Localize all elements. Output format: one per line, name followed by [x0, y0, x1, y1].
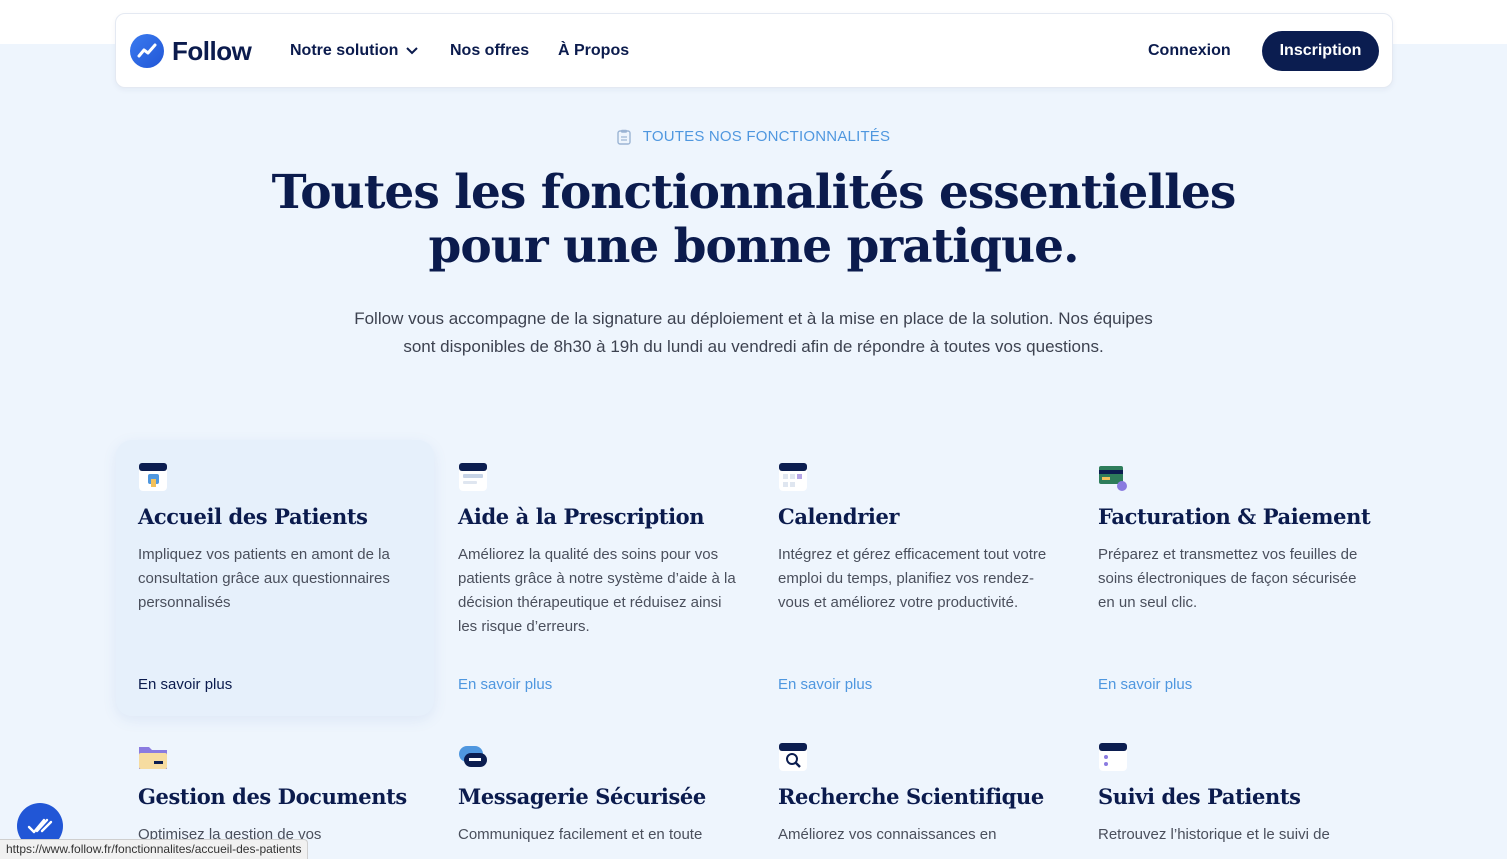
logo[interactable]: Follow [130, 34, 252, 68]
research-icon [779, 743, 807, 771]
nav-a-propos-label: À Propos [558, 42, 630, 59]
feature-card-suivi-patients[interactable]: Suivi des Patients Retrouvez l’historiqu… [1076, 720, 1394, 859]
feature-description: Intégrez et gérez efficacement tout votr… [778, 546, 1047, 611]
signup-button[interactable]: Inscription [1262, 31, 1379, 71]
feature-title: Messagerie Sécurisée [458, 784, 706, 809]
feature-description: Retrouvez l’historique et le suivi de [1098, 826, 1330, 843]
nav-a-propos[interactable]: À Propos [558, 42, 629, 60]
clipboard-icon [617, 129, 631, 145]
intro-line-1: Follow vous accompagne de la signature a… [354, 309, 1153, 328]
feature-card-messagerie[interactable]: Messagerie Sécurisée Communiquez facilem… [436, 720, 754, 859]
nav-nos-offres[interactable]: Nos offres [450, 42, 529, 60]
feature-description: Communiquez facilement et en toute [458, 826, 703, 843]
billing-icon [1099, 466, 1127, 491]
feature-card-calendrier[interactable]: Calendrier Intégrez et gérez efficacemen… [756, 440, 1074, 716]
page-title-line-1: Toutes les fonctionnalités essentielles [271, 165, 1237, 220]
learn-more-link[interactable]: En savoir plus [778, 676, 872, 693]
login-link[interactable]: Connexion [1148, 42, 1231, 60]
navbar: Follow Notre solution Nos offres À Propo… [115, 13, 1393, 88]
chat-widget-icon [27, 818, 53, 834]
feature-card-facturation[interactable]: Facturation & Paiement Préparez et trans… [1076, 440, 1394, 716]
intro-line-2: sont disponibles de 8h30 à 19h du lundi … [403, 337, 1104, 356]
feature-card-aide-prescription[interactable]: Aide à la Prescription Améliorez la qual… [436, 440, 754, 716]
learn-more-link[interactable]: En savoir plus [138, 676, 232, 693]
intro-paragraph: Follow vous accompagne de la signature a… [300, 305, 1207, 361]
learn-more-link[interactable]: En savoir plus [1098, 676, 1192, 693]
eyebrow-text: TOUTES NOS FONCTIONNALITÉS [642, 128, 891, 145]
chevron-down-icon [406, 47, 419, 55]
feature-title: Suivi des Patients [1098, 784, 1301, 809]
page-title: Toutes les fonctionnalités essentielles … [0, 166, 1507, 274]
folder-icon [139, 747, 167, 769]
feature-card-accueil-patients[interactable]: Accueil des Patients Impliquez vos patie… [116, 440, 434, 716]
feature-description: Impliquez vos patients en amont de la co… [138, 546, 390, 611]
nav-notre-solution[interactable]: Notre solution [290, 42, 419, 60]
patient-tracking-icon [1099, 743, 1127, 771]
feature-title: Facturation & Paiement [1098, 504, 1371, 529]
feature-title: Calendrier [778, 504, 900, 529]
logo-text: Follow [172, 35, 252, 66]
section-eyebrow: TOUTES NOS FONCTIONNALITÉS [0, 128, 1507, 145]
calendar-icon [779, 463, 807, 491]
feature-description: Améliorez vos connaissances en [778, 826, 997, 843]
feature-description: Améliorez la qualité des soins pour vos … [458, 546, 736, 635]
nav-notre-solution-label: Notre solution [290, 42, 399, 59]
patient-welcome-icon [139, 463, 167, 491]
feature-card-recherche[interactable]: Recherche Scientifique Améliorez vos con… [756, 720, 1074, 859]
learn-more-link[interactable]: En savoir plus [458, 676, 552, 693]
page-title-line-2: pour une bonne pratique. [428, 219, 1080, 274]
follow-logo-icon [130, 34, 164, 68]
prescription-icon [459, 463, 487, 491]
feature-title: Recherche Scientifique [778, 784, 1044, 809]
chat-icon [459, 746, 487, 767]
feature-title: Accueil des Patients [138, 504, 368, 529]
feature-title: Aide à la Prescription [458, 504, 705, 529]
status-bar-url: https://www.follow.fr/fonctionnalites/ac… [0, 839, 309, 859]
feature-description: Préparez et transmettez vos feuilles de … [1098, 546, 1358, 611]
feature-title: Gestion des Documents [138, 784, 407, 809]
nav-nos-offres-label: Nos offres [450, 42, 530, 59]
